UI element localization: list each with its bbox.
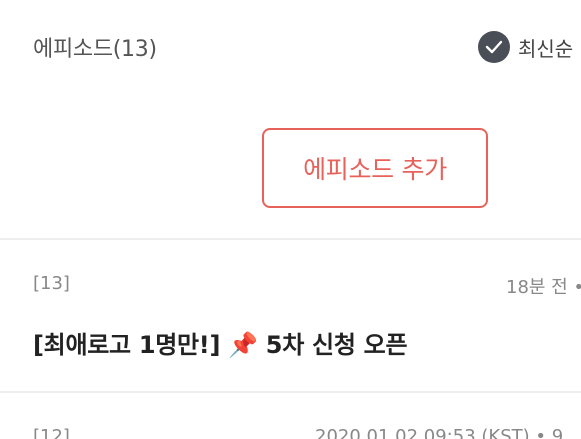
add-episode-button[interactable]: 에피소드 추가 [262,128,488,208]
episode-time: 18분 전 • [506,277,581,298]
sort-latest-toggle[interactable]: 최신순 [478,31,573,63]
sort-label: 최신순 [518,36,574,61]
check-mark [485,40,503,54]
divider [0,238,581,240]
check-circle-icon [478,31,510,63]
episode-count-label: 에피소드(13) [33,37,157,62]
episode-number: [12] [33,426,70,439]
divider [0,391,581,393]
episode-header: 에피소드(13) 최신순 [0,0,581,92]
episode-number: [13] [33,273,70,294]
episode-title: [최애로고 1명만!] 📌 5차 신청 오픈 [33,331,408,359]
episode-time: 2020.01.02 09:53 (KST) • 9 [315,426,564,439]
episode-list-page: 에피소드(13) 최신순 에피소드 추가 [13] 18분 전 • [최애로고 … [0,0,581,439]
